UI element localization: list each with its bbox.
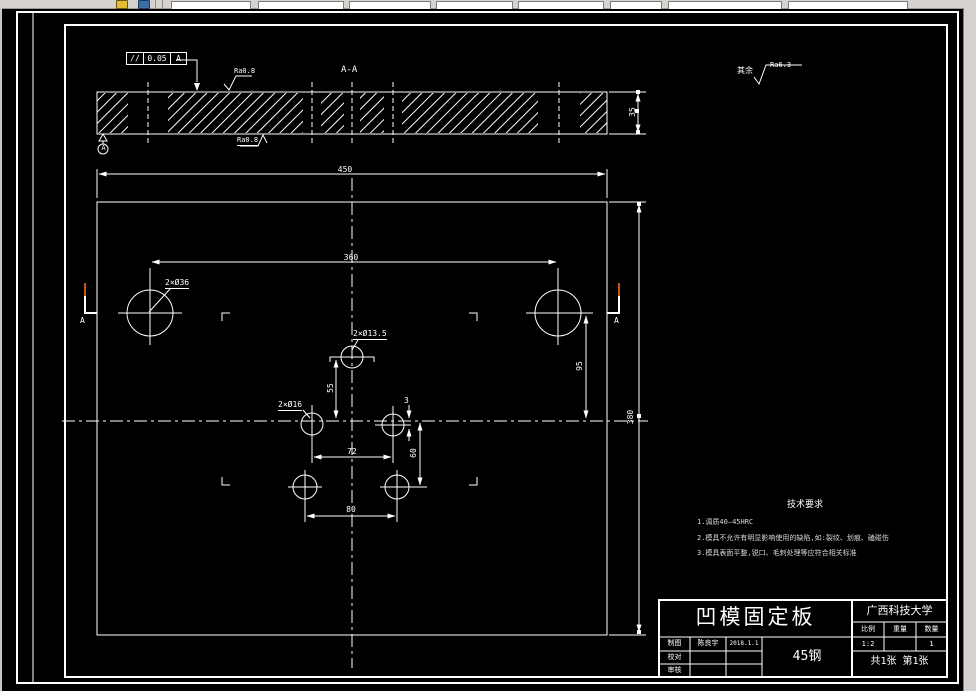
sign-row-label: 制图	[667, 639, 682, 647]
dim-vert-offset: 95	[575, 361, 584, 371]
organization: 广西科技大学	[866, 604, 933, 617]
corner-mark	[469, 312, 478, 321]
dimension-grips[interactable]	[635, 90, 641, 634]
plan-view	[62, 169, 648, 668]
section-mark-left-label: A	[80, 316, 85, 325]
section-view	[96, 59, 646, 155]
label-large-holes: 2×Ø36	[165, 278, 190, 289]
parallelism-tolerance-frame: // 0.05 A	[126, 52, 187, 65]
label-small-holes: 2×Ø16	[278, 400, 303, 411]
general-roughness-value: Ra6.3	[770, 61, 792, 69]
roughness-symbol-top	[223, 75, 252, 91]
label-center-holes: 2×Ø13.5	[353, 329, 387, 340]
tolerance-datum: A	[170, 52, 187, 65]
datum-label: A	[101, 144, 106, 152]
quantity-value: 1	[929, 640, 934, 648]
sign-row-label: 校对	[667, 653, 682, 661]
dim-height: 380	[626, 409, 635, 425]
corner-mark	[221, 477, 230, 486]
sign-row-name: 陈良宇	[697, 639, 719, 647]
sign-row-label: 审核	[667, 666, 682, 674]
tech-requirements-title: 技术要求	[786, 500, 823, 510]
section-mark-right-label: A	[614, 316, 619, 325]
part-name: 凹模固定板	[695, 605, 816, 629]
general-roughness-prefix: 其余	[737, 66, 753, 75]
sheet-info: 共1张 第1张	[870, 656, 929, 667]
leader-arrow	[194, 83, 200, 91]
tech-requirement-item: 3.模具表面平整,锐口、毛刺处理等应符合相关标准	[697, 549, 857, 557]
drawing-linework	[16, 11, 959, 684]
dim-lower-span: 80	[346, 505, 356, 514]
dim-hole-span: 360	[343, 253, 359, 262]
weight-label: 重量	[893, 625, 907, 633]
dim-lower-vert: 60	[409, 448, 418, 458]
dim-thickness: 35	[628, 107, 637, 117]
tech-requirement-item: 1.调质40—45HRC	[697, 518, 754, 526]
sign-row-date: 2018.1.1	[729, 640, 759, 647]
corner-mark	[469, 477, 478, 486]
material: 45钢	[792, 649, 822, 664]
tolerance-symbol: //	[126, 52, 144, 65]
roughness-bottom-value: Ra0.8	[237, 136, 259, 146]
dim-offset-small: 3	[404, 396, 409, 405]
dim-width: 450	[337, 165, 353, 174]
section-view-label: A-A	[341, 65, 358, 75]
tech-requirement-item: 2.模具不允许有明显影响使用的缺陷,如:裂纹、划痕、磕碰伤	[697, 534, 889, 542]
quantity-label: 数量	[924, 625, 939, 633]
scale-label: 比例	[861, 625, 875, 633]
scale-value: 1:2	[861, 640, 875, 648]
cad-application-window: // 0.05 A A-A Ra0.8 Ra0.8 35 A 其余 Ra6.3 …	[0, 0, 976, 691]
dim-pin-span: 72	[347, 447, 357, 456]
roughness-top-value: Ra0.8	[234, 67, 256, 75]
datum-triangle	[98, 132, 108, 142]
tolerance-value: 0.05	[143, 52, 171, 65]
dim-pin-vert: 55	[326, 383, 335, 393]
corner-mark	[221, 312, 230, 321]
